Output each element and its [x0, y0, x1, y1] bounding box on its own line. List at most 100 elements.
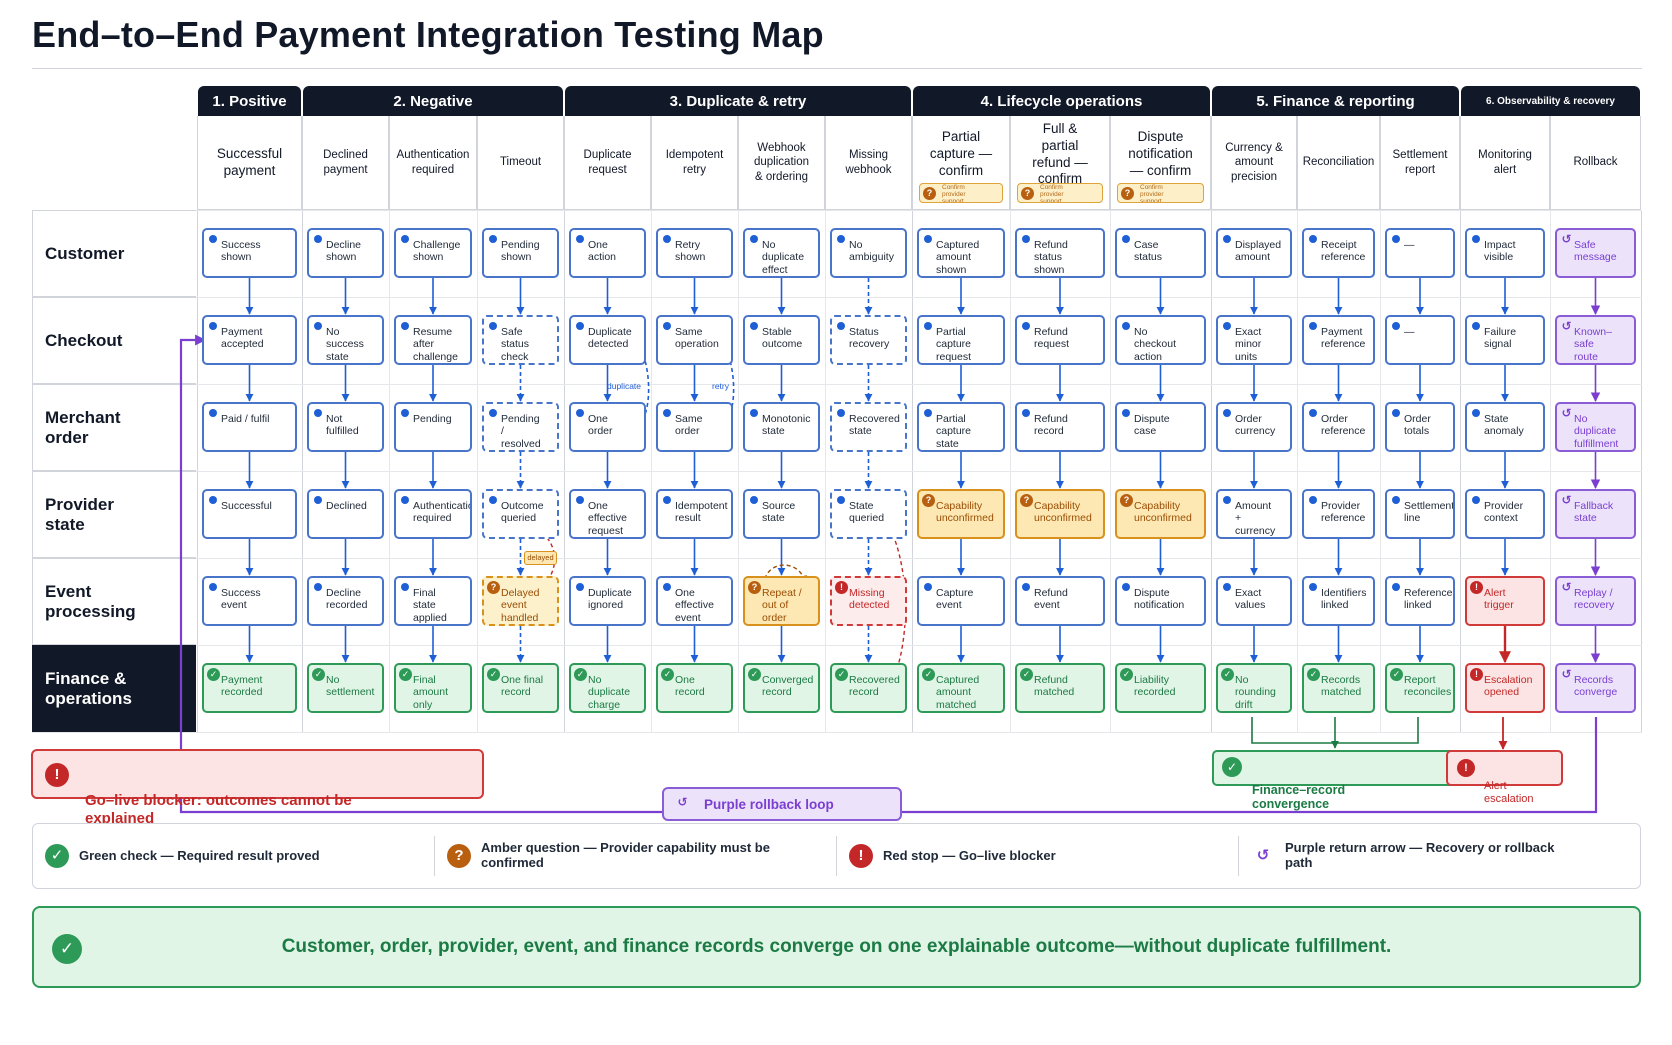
scenario-cell: Displayed amount: [1216, 228, 1292, 278]
scenario-cell: Pending: [394, 402, 472, 452]
scenario-cell-text: Recovered record: [849, 674, 900, 699]
scenario-cell: Partial capture state: [917, 402, 1005, 452]
scenario-cell-text: Order totals: [1404, 413, 1431, 438]
scenario-cell-text: Duplicate ignored: [588, 587, 632, 612]
scenario-cell-text: Capture event: [936, 587, 974, 612]
scenario-cell-text: One final record: [501, 674, 544, 699]
green-check-icon: ✓: [574, 668, 587, 681]
green-check-icon: ✓: [1120, 668, 1133, 681]
scenario-cell: ✓ Captured amount matched: [917, 663, 1005, 713]
scenario-cell: ✓ Converged record: [743, 663, 820, 713]
scenario-cell-text: Alert trigger: [1484, 587, 1514, 612]
scenario-cell: Recovered state: [830, 402, 907, 452]
grid-line: [32, 645, 1642, 646]
scenario-cell: Decline recorded: [307, 576, 384, 626]
scenario-cell-text: Missing detected: [849, 587, 890, 612]
scenario-cell: Captured amount shown: [917, 228, 1005, 278]
green-check-icon: ✓: [1222, 757, 1242, 777]
green-check-icon: ✓: [207, 668, 220, 681]
green-check-icon: ✓: [45, 844, 69, 868]
scenario-cell: ! Missing detected: [830, 576, 907, 626]
finance-convergence-bracket: [1251, 717, 1419, 744]
column-header-label: Currency & amount precision: [1225, 141, 1283, 183]
scenario-cell-text: No rounding drift: [1235, 674, 1276, 711]
status-dot-icon: [663, 496, 671, 504]
column-header-label: Duplicate request: [583, 149, 632, 176]
scenario-cell-text: Failure signal: [1484, 326, 1517, 351]
scenario-cell-text: Impact visible: [1484, 239, 1516, 264]
status-dot-icon: [209, 409, 217, 417]
scenario-cell: Safe status check: [482, 315, 559, 365]
scenario-cell-text: Status recovery: [849, 326, 890, 351]
scenario-cell-text: Stable outcome: [762, 326, 803, 351]
status-dot-icon: [209, 235, 217, 243]
column-header-label: Rollback: [1573, 156, 1618, 169]
column-header-label: Dispute notification — confirm: [1128, 129, 1193, 178]
scenario-cell: No ambiguity: [830, 228, 907, 278]
scenario-cell: Exact values: [1216, 576, 1292, 626]
scenario-cell-text: Order currency: [1235, 413, 1276, 438]
column-header-label: Declined payment: [323, 149, 368, 176]
scenario-cell: Refund request: [1015, 315, 1105, 365]
scenario-cell-text: Refund matched: [1034, 674, 1075, 699]
purple-return-arrow-icon: ↺: [1561, 580, 1572, 594]
amber-question-icon: ?: [487, 581, 500, 594]
green-check-icon: ✓: [922, 668, 935, 681]
status-dot-icon: [1472, 409, 1480, 417]
scenario-cell: Partial capture request: [917, 315, 1005, 365]
column-header-label: Settlement report: [1392, 149, 1448, 176]
page-title: End–to–End Payment Integration Testing M…: [32, 14, 824, 55]
purple-return-arrow-icon: ↺: [1561, 667, 1572, 681]
scenario-cell: ✓ Payment recorded: [202, 663, 297, 713]
status-dot-icon: [1022, 583, 1030, 591]
amber-question-icon: ?: [1120, 494, 1133, 507]
column-header: Successful payment: [197, 116, 302, 210]
scenario-cell: Success shown: [202, 228, 297, 278]
status-dot-icon: [924, 583, 932, 591]
scenario-cell: ✓ One final record: [482, 663, 559, 713]
green-check-icon: ✓: [748, 668, 761, 681]
status-dot-icon: [1122, 322, 1130, 330]
column-header-label: Missing webhook: [845, 149, 892, 176]
scenario-cell: ? Delayed event handled: [482, 576, 559, 626]
scenario-cell-text: No duplicate fulfillment: [1574, 413, 1619, 450]
scenario-cell: Duplicate ignored: [569, 576, 646, 626]
status-dot-icon: [1472, 235, 1480, 243]
group-header: 3. Duplicate & retry: [565, 86, 911, 116]
legend-text: Purple return arrow — Recovery or rollba…: [1285, 840, 1555, 870]
red-stop-icon: !: [835, 581, 848, 594]
purple-return-arrow-icon: ↺: [1561, 232, 1572, 246]
scenario-cell-text: Final amount only: [413, 674, 449, 711]
scenario-cell: Dispute case: [1115, 402, 1206, 452]
scenario-cell-text: Outcome queried: [501, 500, 544, 525]
scenario-cell: Identifiers linked: [1302, 576, 1375, 626]
scenario-cell: State queried: [830, 489, 907, 539]
scenario-cell-text: Order reference: [1321, 413, 1366, 438]
status-dot-icon: [314, 409, 322, 417]
alert-escalation-label: Alert escalation: [1484, 780, 1534, 805]
status-dot-icon: [837, 235, 845, 243]
scenario-cell: Paid / fulfil: [202, 402, 297, 452]
scenario-cell: Stable outcome: [743, 315, 820, 365]
column-header-label: Authentication required: [396, 149, 470, 176]
scenario-cell: ✓ No duplicate charge: [569, 663, 646, 713]
scenario-cell: Refund event: [1015, 576, 1105, 626]
rollback-loop-pill: ↺ Purple rollback loop: [662, 787, 902, 821]
retry-loop-label: retry: [712, 381, 730, 391]
red-stop-icon: !: [849, 844, 873, 868]
status-dot-icon: [924, 409, 932, 417]
scenario-cell: Payment accepted: [202, 315, 297, 365]
scenario-cell: ? Capability unconfirmed: [1115, 489, 1206, 539]
scenario-cell-text: Final state applied: [413, 587, 447, 624]
status-dot-icon: [750, 409, 758, 417]
rollback-loop-label: Purple rollback loop: [704, 797, 834, 812]
scenario-cell: ✓ Refund matched: [1015, 663, 1105, 713]
grid-line: [32, 210, 1642, 211]
legend-text: Amber question — Provider capability mus…: [481, 840, 770, 870]
go-live-blocker-text: Go–live blocker: outcomes cannot be expl…: [85, 792, 352, 827]
scenario-cell-text: No success state: [326, 326, 364, 363]
scenario-cell-text: Provider reference: [1321, 500, 1366, 525]
confirm-badge: ? Confirm provider support: [1017, 183, 1103, 203]
status-dot-icon: [489, 322, 497, 330]
status-dot-icon: [750, 235, 758, 243]
